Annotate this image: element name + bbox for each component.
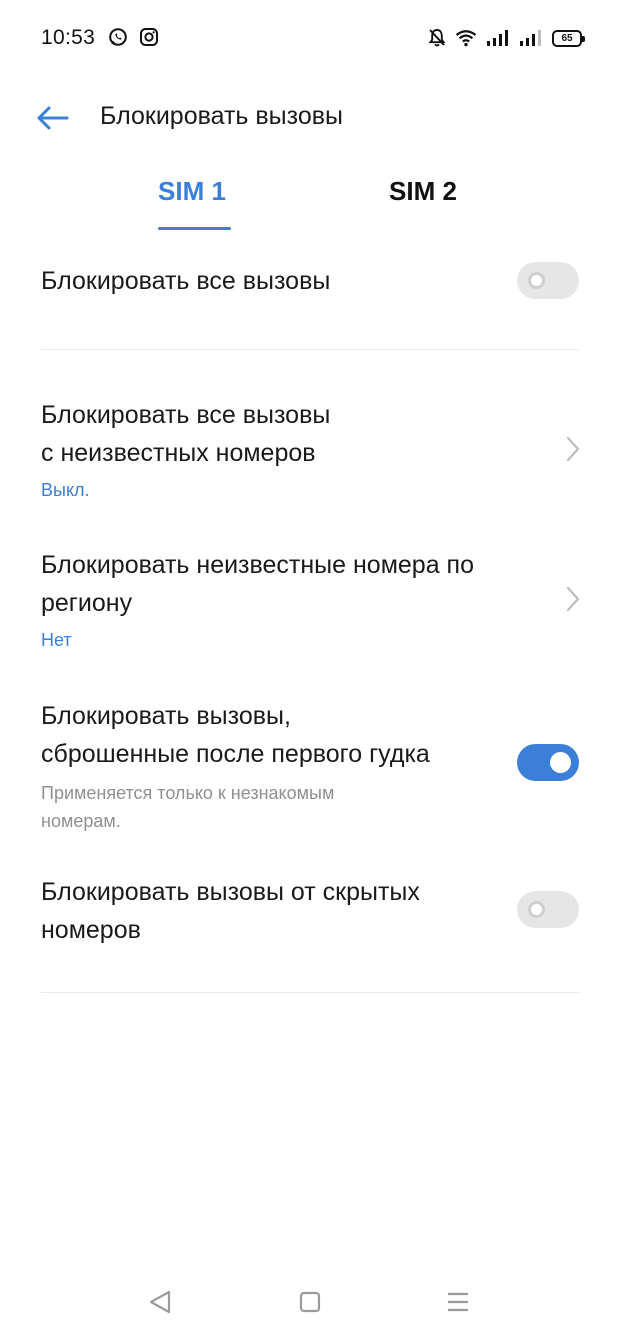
status-time: 10:53 — [41, 26, 96, 49]
toggle-knob — [528, 272, 545, 289]
bell-off-icon — [428, 29, 446, 47]
home-square-icon[interactable] — [290, 1282, 330, 1322]
setting-title-line: Блокировать вызовы, — [41, 702, 291, 730]
signal-icon — [487, 30, 508, 46]
instagram-icon — [140, 28, 158, 46]
setting-description-line: номерам. — [41, 811, 121, 831]
setting-block-one-ring[interactable]: Блокировать вызовы, сброшенные после пер… — [41, 697, 581, 835]
setting-title-line: сброшенные после первого гудка — [41, 740, 430, 768]
setting-block-unknown[interactable]: Блокировать все вызовы с неизвестных ном… — [41, 396, 581, 504]
toggle-knob — [528, 901, 545, 918]
toggle-knob — [550, 752, 571, 773]
sim-tabs: SIM 1 SIM 2 — [0, 168, 620, 238]
setting-title: Блокировать все вызовы — [41, 267, 331, 295]
block-one-ring-toggle[interactable] — [517, 744, 579, 781]
setting-block-region[interactable]: Блокировать неизвестные номера по регион… — [41, 546, 581, 654]
chevron-right-icon — [566, 436, 580, 462]
page-title: Блокировать вызовы — [100, 102, 343, 130]
divider — [41, 349, 579, 350]
setting-title-line: номеров — [41, 916, 141, 944]
status-bar: 10:53 65 — [0, 0, 620, 78]
setting-block-hidden[interactable]: Блокировать вызовы от скрытых номеров — [41, 873, 581, 949]
setting-title-line: с неизвестных номеров — [41, 439, 316, 467]
setting-title-line: Блокировать неизвестные номера по — [41, 551, 474, 579]
tab-sim2[interactable]: SIM 2 — [389, 176, 457, 207]
whatsapp-icon — [109, 28, 127, 46]
setting-title-line: регион​у — [41, 589, 133, 617]
setting-value: Выкл. — [41, 480, 90, 500]
block-hidden-toggle[interactable] — [517, 891, 579, 928]
block-all-toggle[interactable] — [517, 262, 579, 299]
arrow-left-icon[interactable] — [34, 100, 74, 136]
setting-block-all[interactable]: Блокировать все вызовы — [41, 262, 581, 300]
setting-title-line: Блокировать все вызовы — [41, 401, 331, 429]
battery-icon: 65 — [552, 29, 585, 47]
signal-icon — [520, 30, 541, 46]
tab-active-indicator — [158, 227, 231, 230]
navigation-bar — [0, 1266, 620, 1344]
setting-title-line: Блокировать вызовы от скрытых — [41, 878, 420, 906]
back-triangle-icon[interactable] — [140, 1282, 180, 1322]
menu-lines-icon[interactable] — [438, 1282, 478, 1322]
divider — [41, 992, 579, 993]
system-status-icons: 65 — [428, 26, 585, 50]
wifi-icon — [455, 30, 477, 47]
tab-sim1[interactable]: SIM 1 — [158, 176, 226, 207]
setting-value: Нет — [41, 630, 72, 650]
setting-description-line: Применяется только к незнакомым — [41, 783, 335, 803]
app-header: Блокировать вызовы — [0, 88, 620, 148]
chevron-right-icon — [566, 586, 580, 612]
battery-level: 65 — [561, 32, 573, 44]
